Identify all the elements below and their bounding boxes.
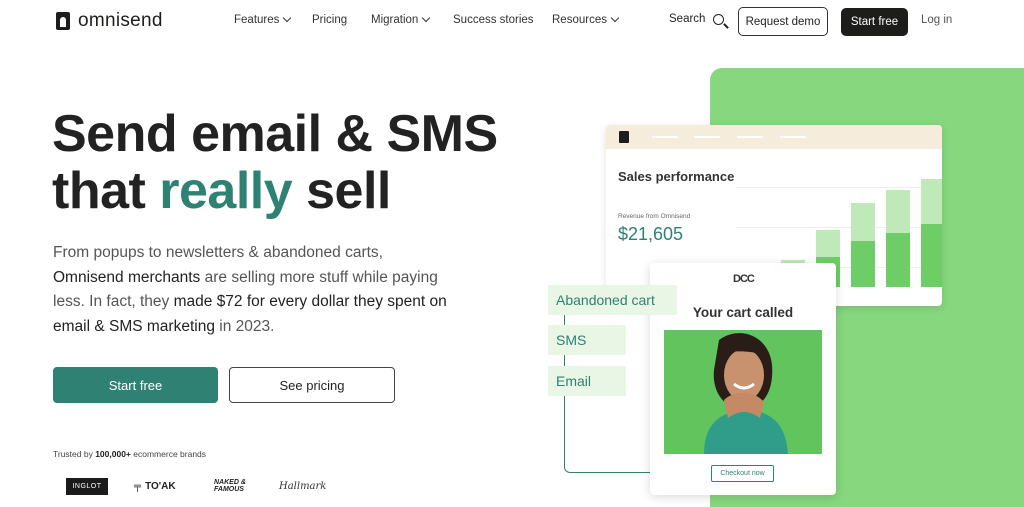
login-link[interactable]: Log in: [921, 14, 952, 26]
woman-photo: [664, 330, 822, 454]
hero-title-text: that: [52, 162, 160, 220]
header-dash: [652, 136, 678, 138]
nav-item-features[interactable]: Features: [234, 13, 292, 26]
revenue-value: $21,605: [618, 224, 684, 244]
store-logo: DCC: [733, 273, 755, 285]
chart-bar-lower: [851, 241, 875, 287]
search-label: Search: [669, 13, 706, 25]
trusted-text: Trusted by: [53, 449, 96, 459]
request-demo-button[interactable]: Request demo: [738, 7, 828, 36]
hero-title-text: sell: [292, 162, 391, 220]
hero-title-line1: Send email & SMS: [52, 105, 498, 163]
desc-text: in 2023.: [214, 317, 275, 335]
header-dash: [694, 136, 720, 138]
card-header-bar: [606, 125, 942, 149]
chart-bar: [886, 190, 910, 287]
header-dash: [780, 136, 806, 138]
chart-gridline: [736, 187, 926, 188]
inglot-logo: INGLOT: [66, 478, 108, 495]
cart-email-card: DCC Your cart called Checkout now: [650, 263, 836, 495]
search-button[interactable]: Search: [669, 13, 725, 25]
hero-title-accent: really: [159, 162, 293, 220]
start-free-button[interactable]: Start free: [53, 367, 218, 403]
chart-bar: [851, 203, 875, 287]
woman-photo-illustration: [664, 330, 822, 454]
omnisend-logo[interactable]: omnisend: [56, 10, 163, 32]
chart-bar: [921, 179, 942, 287]
nav-item-label: Pricing: [312, 14, 348, 26]
nav-item-resources[interactable]: Resources: [552, 13, 620, 26]
top-nav: omnisend Features Pricing Migration Succ…: [0, 0, 1024, 43]
checkout-now-button[interactable]: Checkout now: [711, 465, 774, 482]
desc-text: From popups to newsletters & abandoned c…: [53, 244, 383, 261]
email-pill: Email: [548, 366, 626, 396]
revenue-label: Revenue from Omnisend: [618, 213, 691, 220]
chart-bar-lower: [921, 224, 942, 287]
trusted-by-text: Trusted by 100,000+ ecommerce brands: [53, 449, 206, 459]
trusted-count: 100,000+: [95, 449, 131, 459]
nav-item-label: Success stories: [453, 14, 534, 26]
chevron-down-icon: [422, 13, 431, 23]
hero-title: Send email & SMS that really sell: [52, 106, 498, 220]
sms-pill: SMS: [548, 325, 626, 355]
toak-logo: ╤ TO'AK: [134, 477, 176, 495]
toak-mark-icon: ╤: [134, 480, 142, 492]
search-icon: [713, 13, 725, 25]
nav-item-label: Features: [234, 14, 280, 26]
chevron-down-icon: [283, 13, 292, 23]
brand-name: omnisend: [78, 10, 163, 31]
omnisend-mini-logo-icon: [619, 131, 629, 143]
abandoned-cart-pill: Abandoned cart: [548, 285, 677, 315]
trusted-text: ecommerce brands: [130, 449, 207, 459]
hero-description: From popups to newsletters & abandoned c…: [53, 241, 448, 339]
desc-emphasis: Omnisend merchants: [53, 268, 201, 286]
start-free-nav-button[interactable]: Start free: [841, 8, 908, 36]
nav-item-label: Migration: [371, 14, 419, 26]
omnisend-logo-icon: [56, 12, 70, 30]
hero-title-line2: that really sell: [52, 163, 498, 220]
chevron-down-icon: [610, 13, 620, 23]
chart-bar-lower: [886, 233, 910, 287]
header-dash: [737, 136, 763, 138]
cart-title: Your cart called: [692, 305, 794, 320]
toak-text: TO'AK: [145, 480, 176, 492]
hallmark-logo: Hallmark: [279, 480, 327, 492]
nav-item-migration[interactable]: Migration: [371, 13, 431, 26]
nav-item-success-stories[interactable]: Success stories: [453, 14, 534, 26]
nav-item-pricing[interactable]: Pricing: [312, 14, 347, 26]
sales-title: Sales performance: [618, 169, 735, 184]
naked-famous-logo: NAKED & FAMOUS: [214, 479, 246, 493]
nav-item-label: Resources: [552, 14, 607, 26]
see-pricing-button[interactable]: See pricing: [229, 367, 395, 403]
